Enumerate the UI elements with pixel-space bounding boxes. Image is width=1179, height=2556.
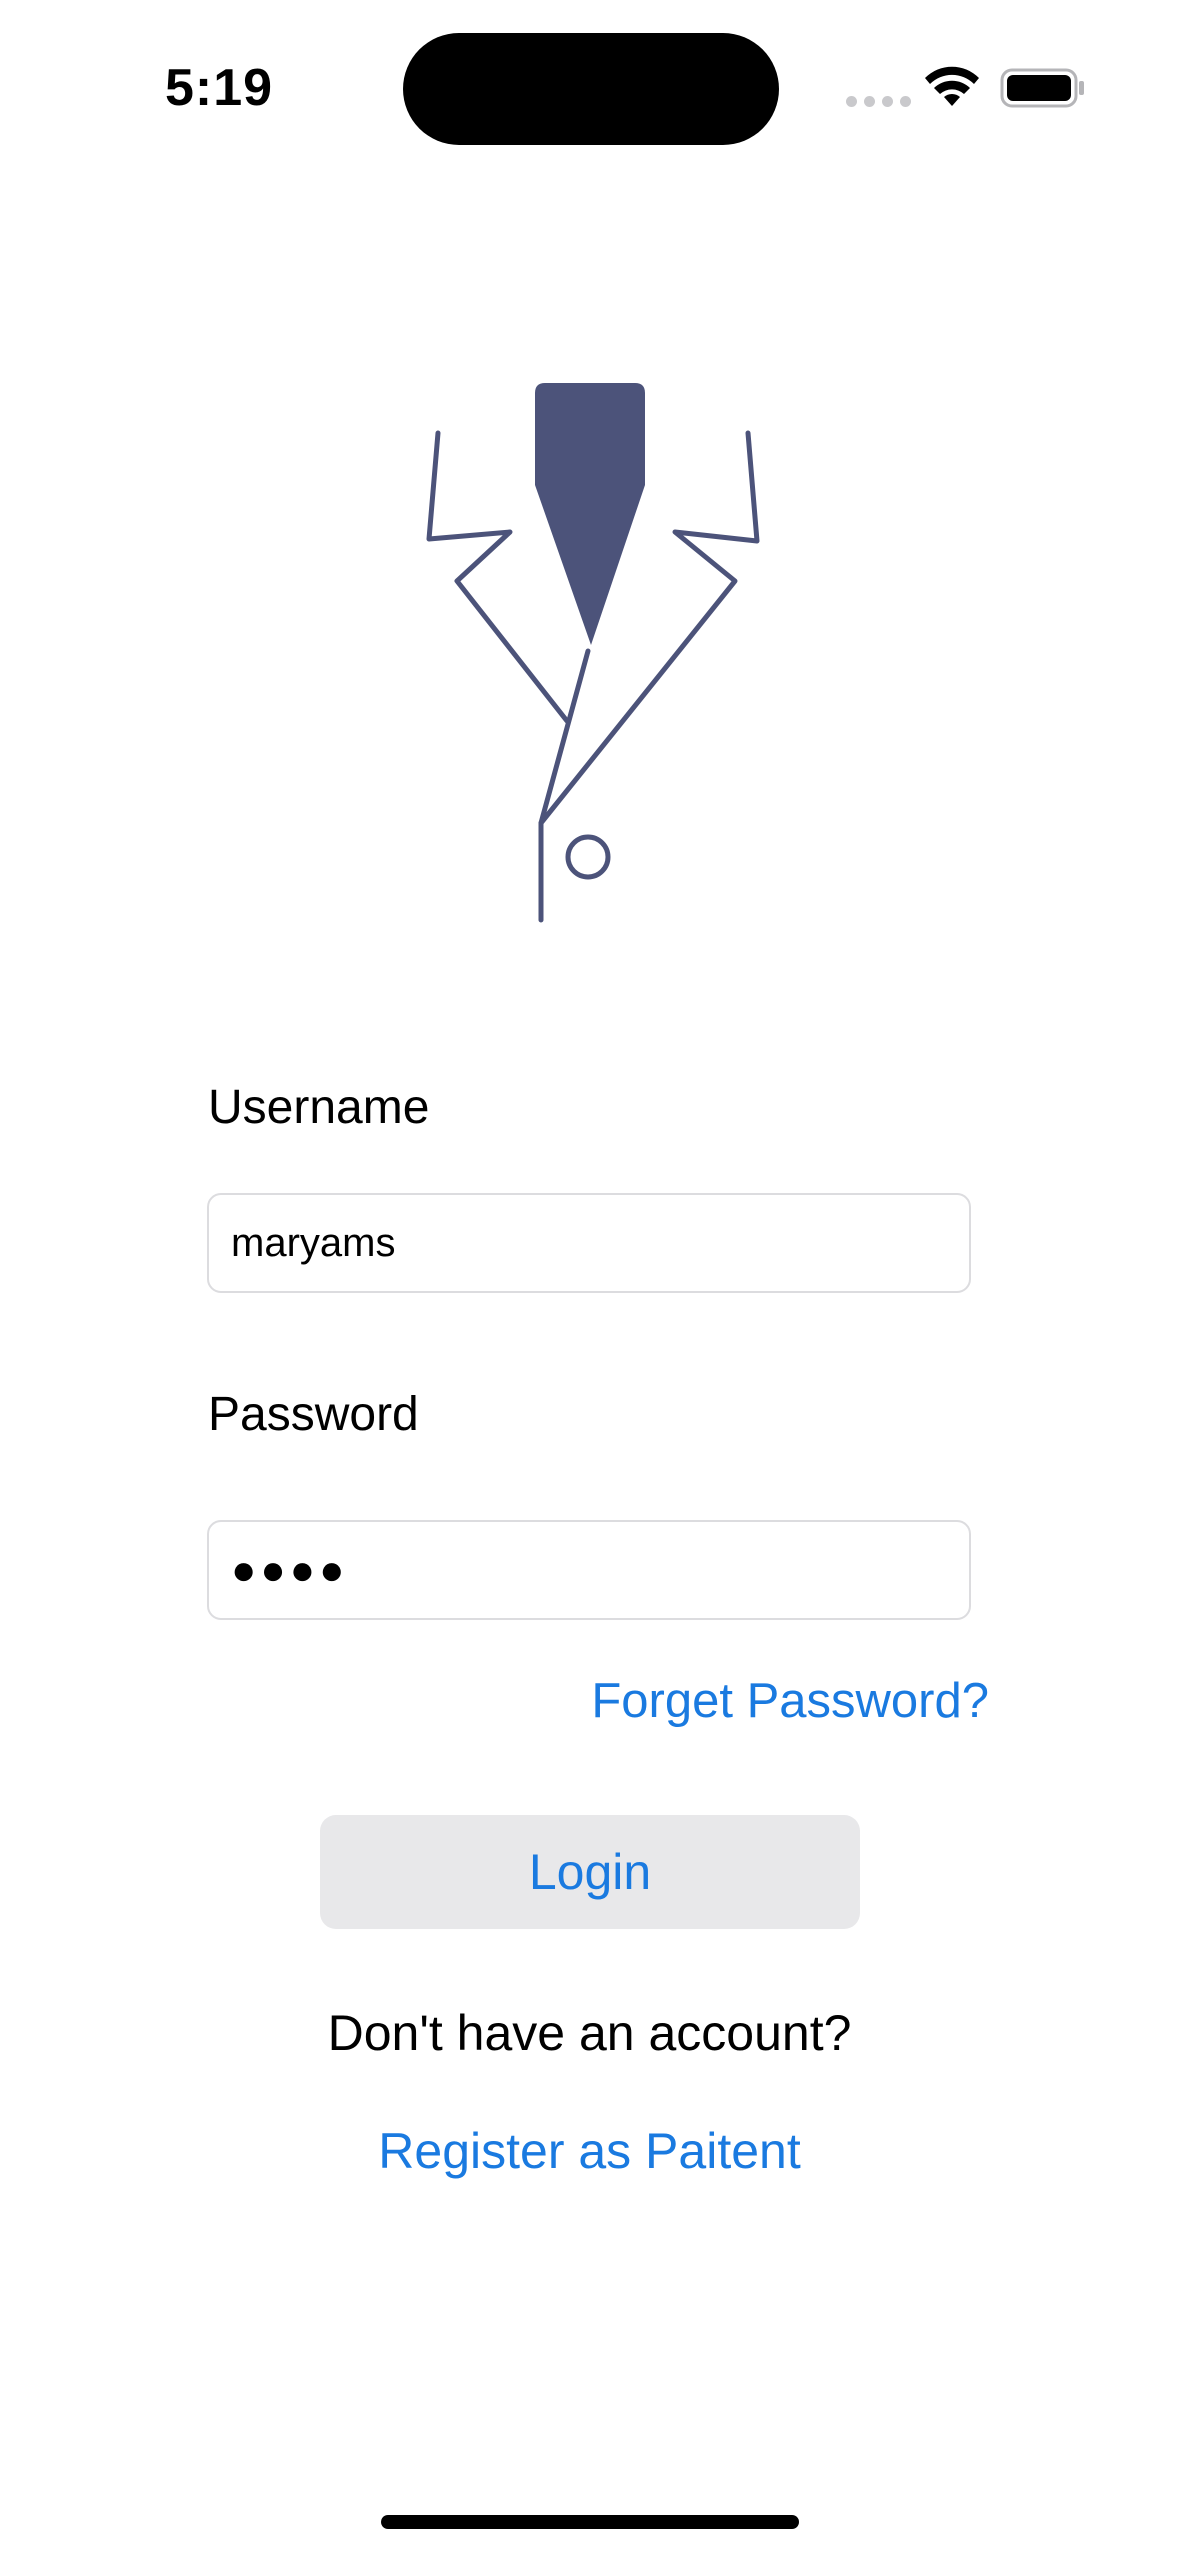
dynamic-island xyxy=(403,33,779,145)
doctor-suit-icon xyxy=(426,383,760,923)
password-value: ●●●● xyxy=(231,1546,349,1593)
username-field[interactable]: maryams xyxy=(207,1193,971,1293)
register-link[interactable]: Register as Paitent xyxy=(0,2122,1179,2180)
status-time: 5:19 xyxy=(165,59,274,117)
password-label: Password xyxy=(208,1388,419,1441)
forgot-password-link[interactable]: Forget Password? xyxy=(591,1673,989,1729)
wifi-icon xyxy=(925,66,979,106)
signal-dots-icon xyxy=(846,96,911,107)
home-indicator[interactable] xyxy=(381,2515,799,2529)
password-field[interactable]: ●●●● xyxy=(207,1520,971,1620)
username-value: maryams xyxy=(231,1220,396,1265)
battery-icon xyxy=(1000,68,1084,108)
no-account-text: Don't have an account? xyxy=(327,2005,852,2061)
username-label: Username xyxy=(208,1081,430,1134)
login-button[interactable]: Login xyxy=(320,1815,860,1929)
